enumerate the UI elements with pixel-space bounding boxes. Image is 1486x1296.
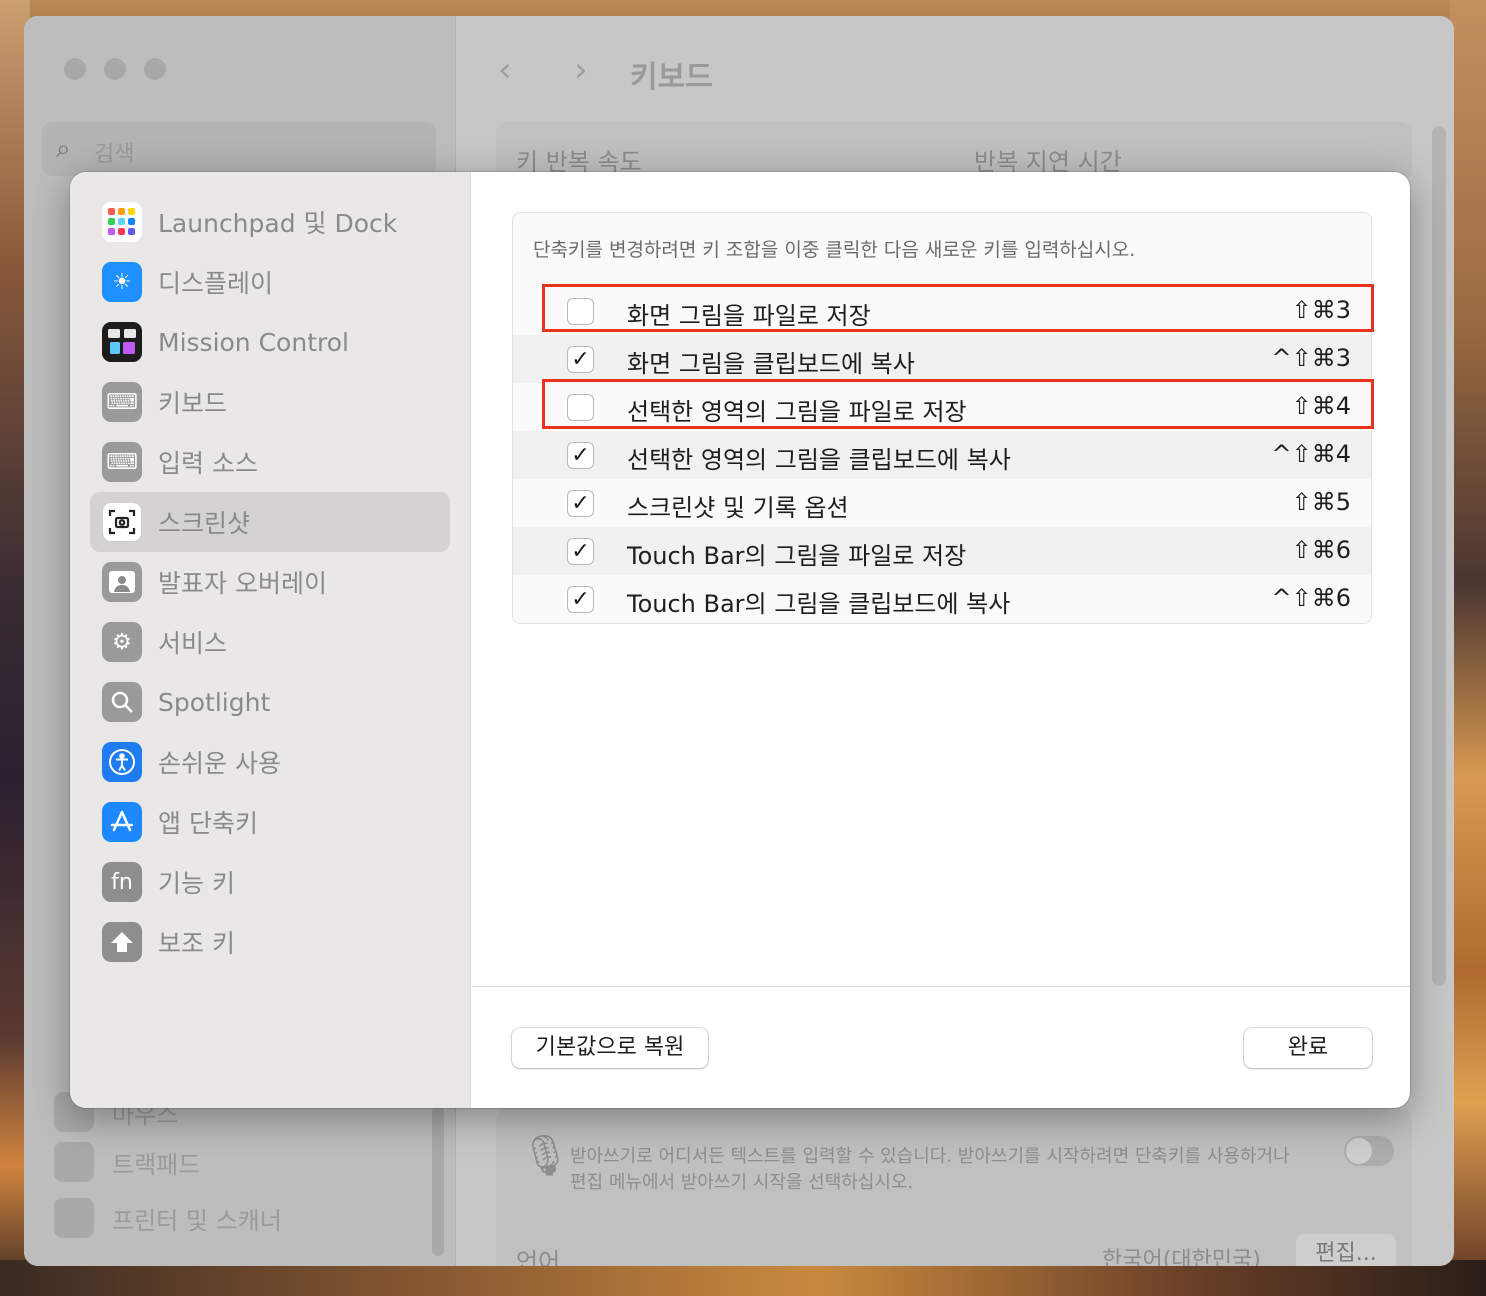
fn-icon: fn (102, 862, 142, 902)
minimize-window-button[interactable] (104, 58, 126, 80)
window-title: 키보드 (630, 60, 713, 95)
dictation-card: 🎙 받아쓰기로 어디서든 텍스트를 입력할 수 있습니다. 받아쓰기를 시작하려… (496, 1108, 1412, 1266)
sidebar-item-trackpad[interactable]: 트랙패드 (54, 1142, 200, 1182)
shortcut-row[interactable]: 화면 그림을 파일로 저장 ⇧⌘3 (513, 287, 1371, 335)
language-value: 한국어(대한민국) (1102, 1248, 1261, 1266)
dictation-text-2: 편집 메뉴에서 받아쓰기 시작을 선택하십시오. (570, 1172, 914, 1193)
presenter-icon (102, 562, 142, 602)
sidebar-item-screenshots[interactable]: 스크린샷 (90, 492, 450, 552)
shortcuts-sidebar: Launchpad 및 Dock ☀ 디스플레이 Mission Control… (70, 172, 471, 1108)
shortcut-checkbox[interactable]: ✓ (567, 346, 594, 373)
shortcut-row[interactable]: ✓ Touch Bar의 그림을 파일로 저장 ⇧⌘6 (513, 527, 1371, 575)
sidebar-item-launchpad-dock[interactable]: Launchpad 및 Dock (90, 192, 450, 252)
app-store-icon (102, 802, 142, 842)
sidebar-item-app-shortcuts[interactable]: 앱 단축키 (90, 792, 450, 852)
launchpad-icon (102, 202, 142, 242)
done-button[interactable]: 완료 (1244, 1028, 1372, 1068)
sidebar-item-mission-control[interactable]: Mission Control (90, 312, 450, 372)
shortcut-row[interactable]: 선택한 영역의 그림을 파일로 저장 ⇧⌘4 (513, 383, 1371, 431)
shortcut-keys[interactable]: ⇧⌘5 (1292, 488, 1351, 516)
accessibility-icon (102, 742, 142, 782)
keyboard-icon: ⌨ (102, 442, 142, 482)
footer-divider (472, 986, 1410, 987)
language-edit-button[interactable]: 편집... (1296, 1234, 1396, 1266)
trackpad-icon (54, 1142, 94, 1182)
shortcuts-list: 단축키를 변경하려면 키 조합을 이중 클릭한 다음 새로운 키를 입력하십시오… (512, 212, 1372, 624)
sidebar-item-displays[interactable]: ☀ 디스플레이 (90, 252, 450, 312)
shortcut-keys[interactable]: ⇧⌘4 (1292, 392, 1351, 420)
search-placeholder: 검색 (94, 142, 135, 167)
shortcut-checkbox[interactable]: ✓ (567, 538, 594, 565)
gears-icon: ⚙ (102, 622, 142, 662)
screenshot-icon (102, 502, 142, 542)
sidebar-item-accessibility[interactable]: 손쉬운 사용 (90, 732, 450, 792)
shortcut-keys[interactable]: ⇧⌘3 (1292, 296, 1351, 324)
forward-chevron-icon[interactable]: › (574, 50, 588, 90)
shortcut-row[interactable]: ✓ 스크린샷 및 기록 옵션 ⇧⌘5 (513, 479, 1371, 527)
sidebar-item-input-sources[interactable]: ⌨ 입력 소스 (90, 432, 450, 492)
shortcut-checkbox[interactable]: ✓ (567, 490, 594, 517)
shortcut-keys[interactable]: ^⇧⌘4 (1272, 440, 1352, 468)
dictation-toggle[interactable] (1344, 1136, 1394, 1166)
microphone-icon: 🎙 (520, 1133, 571, 1179)
dictation-text-1: 받아쓰기로 어디서든 텍스트를 입력할 수 있습니다. 받아쓰기를 시작하려면 … (570, 1146, 1290, 1167)
shortcut-row[interactable]: ✓ Touch Bar의 그림을 클립보드에 복사 ^⇧⌘6 (513, 575, 1371, 623)
sidebar-item-function-keys[interactable]: fn 기능 키 (90, 852, 450, 912)
keyboard-shortcuts-sheet: Launchpad 및 Dock ☀ 디스플레이 Mission Control… (70, 172, 1410, 1108)
arrow-up-icon (102, 922, 142, 962)
search-icon: ⌕ (56, 134, 71, 164)
sun-icon: ☀ (102, 262, 142, 302)
close-window-button[interactable] (64, 58, 86, 80)
printer-icon (54, 1198, 94, 1238)
shortcut-checkbox[interactable]: ✓ (567, 586, 594, 613)
desktop-wallpaper-right (1450, 0, 1486, 1296)
shortcut-checkbox[interactable]: ✓ (567, 442, 594, 469)
zoom-window-button[interactable] (144, 58, 166, 80)
back-chevron-icon[interactable]: ‹ (498, 50, 512, 90)
content-scrollbar[interactable] (1432, 126, 1446, 986)
shortcut-checkbox[interactable] (567, 394, 594, 421)
restore-defaults-button[interactable]: 기본값으로 복원 (512, 1028, 708, 1068)
sidebar-item-spotlight[interactable]: Spotlight (90, 672, 450, 732)
instruction-text: 단축키를 변경하려면 키 조합을 이중 클릭한 다음 새로운 키를 입력하십시오… (533, 239, 1136, 261)
shortcut-keys[interactable]: ^⇧⌘3 (1272, 344, 1352, 372)
sidebar-item-printers[interactable]: 프린터 및 스캐너 (54, 1198, 282, 1238)
shortcut-row[interactable]: ✓ 선택한 영역의 그림을 클립보드에 복사 ^⇧⌘4 (513, 431, 1371, 479)
sidebar-item-keyboard[interactable]: ⌨ 키보드 (90, 372, 450, 432)
shortcut-keys[interactable]: ⇧⌘6 (1292, 536, 1351, 564)
shortcut-keys[interactable]: ^⇧⌘6 (1272, 584, 1352, 612)
magnifier-icon (102, 682, 142, 722)
shortcuts-content: 단축키를 변경하려면 키 조합을 이중 클릭한 다음 새로운 키를 입력하십시오… (472, 172, 1410, 1108)
mission-control-icon (102, 322, 142, 362)
sidebar-scrollbar[interactable] (432, 1106, 444, 1256)
keyboard-icon: ⌨ (102, 382, 142, 422)
shortcut-checkbox[interactable] (567, 298, 594, 325)
sidebar-item-modifier-keys[interactable]: 보조 키 (90, 912, 450, 972)
language-label: 언어 (516, 1248, 561, 1266)
search-field[interactable]: ⌕ 검색 (42, 122, 436, 176)
shortcut-row[interactable]: ✓ 화면 그림을 클립보드에 복사 ^⇧⌘3 (513, 335, 1371, 383)
sidebar-item-services[interactable]: ⚙ 서비스 (90, 612, 450, 672)
sidebar-item-presenter-overlay[interactable]: 발표자 오버레이 (90, 552, 450, 612)
